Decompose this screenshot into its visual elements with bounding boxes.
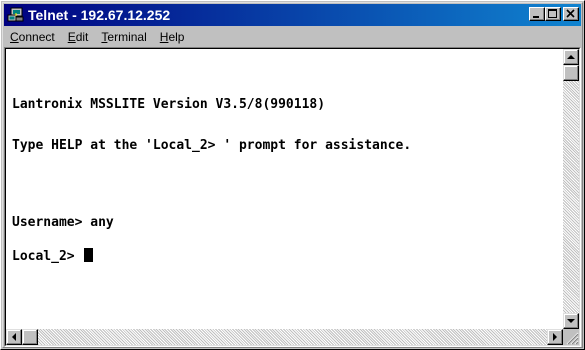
arrow-right-icon (553, 333, 557, 341)
scroll-left-button[interactable] (6, 329, 22, 345)
menu-edit[interactable]: Edit (62, 30, 96, 44)
scroll-up-button[interactable] (563, 49, 579, 65)
prompt-text: Local_2> (12, 249, 83, 264)
window-title: Telnet - 192.67.12.252 (28, 7, 171, 23)
title-buttons (529, 7, 579, 21)
menu-help-label: elp (168, 29, 185, 44)
menu-bar: Connect Edit Terminal Help (4, 27, 581, 46)
telnet-window: Telnet - 192.67.12.252 Connect Edit Term… (0, 0, 585, 350)
scroll-right-button[interactable] (547, 329, 563, 345)
text-cursor (84, 248, 94, 262)
menu-connect-accel: C (10, 29, 19, 44)
minimize-button[interactable] (529, 7, 545, 21)
maximize-icon (548, 9, 557, 18)
terminal-pane[interactable]: Lantronix MSSLITE Version V3.5/8(990118)… (4, 47, 581, 347)
close-icon (566, 9, 575, 18)
terminal-line-banner: Lantronix MSSLITE Version V3.5/8(990118) (12, 97, 326, 112)
scroll-down-button[interactable] (563, 313, 579, 329)
menu-help[interactable]: Help (154, 30, 192, 44)
menu-terminal-label: erminal (107, 29, 147, 44)
vertical-scrollbar[interactable] (563, 49, 579, 329)
terminal-screen[interactable]: Lantronix MSSLITE Version V3.5/8(990118)… (12, 49, 565, 326)
menu-edit-accel: E (67, 29, 76, 44)
minimize-icon (533, 16, 539, 18)
vertical-scroll-thumb[interactable] (563, 65, 579, 81)
telnet-computer-icon[interactable] (7, 7, 24, 23)
maximize-button[interactable] (545, 7, 561, 21)
menu-connect[interactable]: Connect (4, 30, 62, 44)
arrow-left-icon (12, 333, 16, 341)
horizontal-scrollbar[interactable] (6, 329, 563, 345)
menu-connect-label: onnect (18, 29, 55, 44)
terminal-line-username: Username> any (12, 215, 114, 230)
terminal-line-prompt: Local_2> (12, 248, 94, 264)
resize-grip-icon[interactable] (565, 331, 579, 345)
terminal-line-help: Type HELP at the 'Local_2> ' prompt for … (12, 138, 412, 153)
arrow-up-icon (567, 55, 575, 59)
terminal-frame: Lantronix MSSLITE Version V3.5/8(990118)… (5, 48, 580, 346)
arrow-down-icon (567, 319, 575, 323)
menu-terminal[interactable]: Terminal (95, 30, 153, 44)
menu-edit-label: dit (75, 29, 89, 44)
close-button[interactable] (563, 7, 579, 21)
scrollbar-corner (563, 329, 579, 345)
horizontal-scroll-thumb[interactable] (22, 329, 38, 345)
title-bar[interactable]: Telnet - 192.67.12.252 (4, 4, 581, 26)
